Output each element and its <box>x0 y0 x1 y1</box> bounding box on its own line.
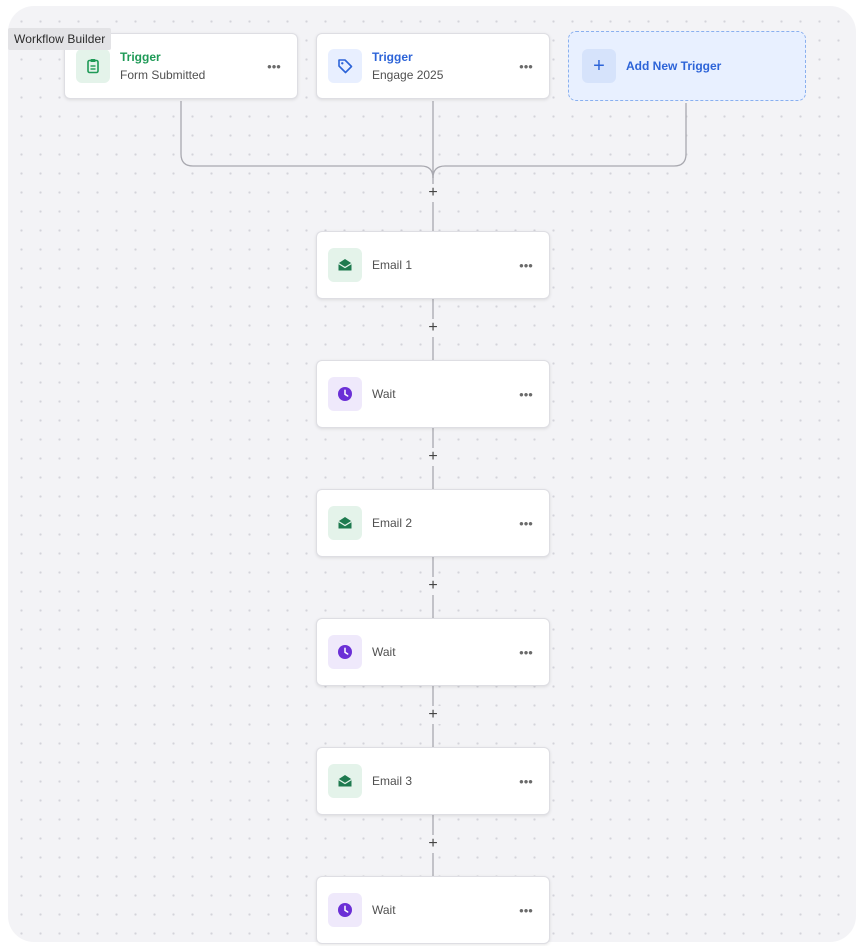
more-options-button[interactable]: ••• <box>513 384 539 404</box>
trigger-description: Form Submitted <box>120 68 206 82</box>
add-new-trigger-button[interactable]: + Add New Trigger <box>568 31 806 101</box>
clock-icon <box>328 377 362 411</box>
more-options-button[interactable]: ••• <box>261 56 287 76</box>
step-card-email-3[interactable]: Email 3 ••• <box>316 747 550 815</box>
app-title-tag: Workflow Builder <box>8 28 112 50</box>
more-options-button[interactable]: ••• <box>513 642 539 662</box>
step-card-wait-2[interactable]: Wait ••• <box>316 618 550 686</box>
trigger-card-engage-2025[interactable]: Trigger Engage 2025 ••• <box>316 33 550 99</box>
step-label: Wait <box>372 387 396 401</box>
envelope-icon <box>328 248 362 282</box>
more-options-button[interactable]: ••• <box>513 56 539 76</box>
step-card-email-1[interactable]: Email 1 ••• <box>316 231 550 299</box>
step-label: Wait <box>372 903 396 917</box>
clock-icon <box>328 635 362 669</box>
envelope-icon <box>328 764 362 798</box>
add-step-button[interactable]: + <box>424 706 442 724</box>
step-card-email-2[interactable]: Email 2 ••• <box>316 489 550 557</box>
step-label: Email 1 <box>372 258 413 272</box>
add-step-button[interactable]: + <box>424 448 442 466</box>
clipboard-icon <box>76 49 110 83</box>
add-step-button[interactable]: + <box>424 577 442 595</box>
more-options-button[interactable]: ••• <box>513 771 539 791</box>
plus-icon: + <box>582 49 616 83</box>
step-label: Email 2 <box>372 516 413 530</box>
add-new-trigger-label: Add New Trigger <box>626 59 722 73</box>
add-step-button[interactable]: + <box>424 184 442 202</box>
trigger-kind-label: Trigger <box>372 50 413 64</box>
tag-icon <box>328 49 362 83</box>
trigger-description: Engage 2025 <box>372 68 444 82</box>
clock-icon <box>328 893 362 927</box>
more-options-button[interactable]: ••• <box>513 900 539 920</box>
step-label: Wait <box>372 645 396 659</box>
step-card-wait-3[interactable]: Wait ••• <box>316 876 550 944</box>
add-step-button[interactable]: + <box>424 319 442 337</box>
step-label: Email 3 <box>372 774 413 788</box>
more-options-button[interactable]: ••• <box>513 513 539 533</box>
envelope-icon <box>328 506 362 540</box>
step-card-wait-1[interactable]: Wait ••• <box>316 360 550 428</box>
add-step-button[interactable]: + <box>424 835 442 853</box>
more-options-button[interactable]: ••• <box>513 255 539 275</box>
trigger-kind-label: Trigger <box>120 50 161 64</box>
